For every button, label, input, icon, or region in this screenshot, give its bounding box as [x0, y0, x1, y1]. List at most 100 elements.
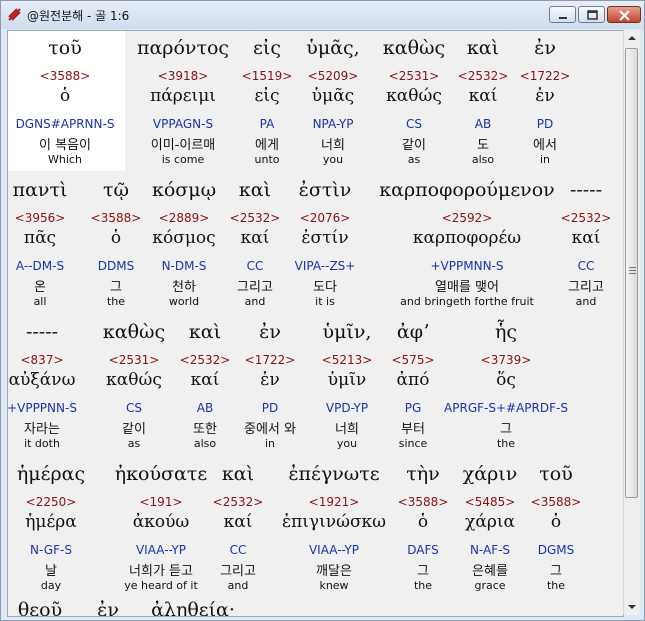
english-gloss: world: [168, 295, 200, 308]
greek-text-word: καὶ: [238, 179, 272, 201]
maximize-button[interactable]: [578, 6, 605, 23]
arrow-down-icon: [624, 600, 640, 619]
korean-gloss: 이 복음이: [39, 138, 91, 153]
scrollbar-thumb[interactable]: [625, 48, 638, 498]
greek-lemma: χάρια: [465, 512, 515, 532]
parsing-code: AB: [196, 401, 214, 415]
greek-text-word: καὶ: [188, 321, 222, 343]
english-gloss: day: [40, 579, 62, 592]
parsing-code: DAFS: [407, 543, 439, 557]
strongs-number[interactable]: <2531>: [109, 353, 160, 367]
strongs-number[interactable]: <5485>: [465, 495, 516, 509]
strongs-number[interactable]: <3588>: [91, 211, 142, 225]
english-gloss: in: [539, 153, 551, 166]
strongs-number[interactable]: <575>: [391, 353, 434, 367]
english-gloss: and bringeth forthe fruit: [400, 295, 534, 308]
greek-text-word: χάριν: [462, 463, 518, 485]
strongs-number[interactable]: <837>: [20, 353, 63, 367]
parsing-code: VIAA--YP: [135, 543, 187, 557]
english-gloss: ye heard of it: [124, 579, 198, 592]
strongs-number[interactable]: <191>: [139, 495, 182, 509]
greek-text-word: ὑμῖν,: [322, 321, 372, 343]
strongs-number[interactable]: <3588>: [40, 69, 91, 83]
greek-lemma: ὅς: [496, 370, 516, 390]
korean-gloss: 은혜를: [472, 564, 508, 579]
parsing-code: VPPAGN-S: [152, 117, 214, 131]
strongs-number[interactable]: <2532>: [561, 211, 612, 225]
greek-text-word: ἐν: [534, 37, 556, 59]
korean-gloss: 이미-이르매: [150, 138, 216, 153]
english-gloss: knew: [319, 579, 349, 592]
greek-lemma: κόσμος: [152, 228, 216, 248]
english-gloss: all: [33, 295, 47, 308]
parsing-code: APRGF-S+#APRDF-S: [444, 401, 568, 415]
interlinear-text-view[interactable]: τοῦ <3588> ὁ DGNS#APRNN-S 이 복음이 Which παρόντος…: [7, 30, 624, 617]
strongs-number[interactable]: <3588>: [398, 495, 449, 509]
greek-lemma: ἐν: [260, 370, 280, 390]
english-gloss: also: [471, 153, 495, 166]
greek-text-word: ἠκούσατε: [114, 463, 208, 485]
greek-lemma: ὑμῖν: [327, 370, 367, 390]
greek-lemma: πάρειμι: [150, 86, 216, 106]
greek-lemma: καί: [468, 86, 498, 106]
greek-lemma: αὐξάνω: [8, 370, 76, 390]
strongs-number[interactable]: <3918>: [158, 69, 209, 83]
parsing-code: PD: [261, 401, 279, 415]
strongs-number[interactable]: <1921>: [309, 495, 360, 509]
strongs-number[interactable]: <2889>: [159, 211, 210, 225]
close-button[interactable]: [607, 6, 641, 23]
korean-gloss: 너희: [335, 422, 359, 437]
strongs-number[interactable]: <5209>: [308, 69, 359, 83]
parsing-code: CC: [577, 259, 595, 273]
parsing-code: DGNS#APRNN-S: [15, 117, 115, 131]
greek-lemma: ὁ: [550, 512, 562, 532]
greek-text-word: ἐν: [259, 321, 281, 343]
korean-gloss: 자라는: [24, 422, 60, 437]
strongs-number[interactable]: <2532>: [230, 211, 281, 225]
greek-text-word: παντὶ: [12, 179, 68, 201]
strongs-number[interactable]: <2532>: [458, 69, 509, 83]
strongs-number[interactable]: <3956>: [15, 211, 66, 225]
strongs-number[interactable]: <1722>: [245, 353, 296, 367]
greek-text-word: τοῦ: [48, 37, 82, 59]
greek-text-word: καὶ: [466, 37, 500, 59]
parsing-code: VIAA--YP: [308, 543, 360, 557]
greek-lemma: καί: [223, 512, 253, 532]
strongs-number[interactable]: <3739>: [481, 353, 532, 367]
strongs-number[interactable]: <2532>: [180, 353, 231, 367]
scroll-down-button[interactable]: [624, 599, 640, 615]
english-gloss: the: [496, 437, 516, 450]
korean-gloss: 그: [110, 280, 122, 295]
korean-gloss: 또한: [193, 422, 217, 437]
strongs-number[interactable]: <2532>: [213, 495, 264, 509]
strongs-number[interactable]: <2250>: [26, 495, 77, 509]
strongs-number[interactable]: <1519>: [242, 69, 293, 83]
greek-lemma: πᾶς: [23, 228, 57, 248]
strongs-number[interactable]: <2592>: [442, 211, 493, 225]
parsing-code: CS: [406, 117, 422, 131]
strongs-number[interactable]: <1722>: [520, 69, 571, 83]
scroll-up-button[interactable]: [624, 30, 640, 46]
english-gloss: it doth: [24, 437, 60, 450]
greek-lemma: καθώς: [106, 370, 162, 390]
vertical-scrollbar[interactable]: [623, 30, 640, 615]
english-gloss: grace: [474, 579, 506, 592]
greek-lemma: ἀπό: [396, 370, 430, 390]
minimize-button[interactable]: [549, 6, 576, 23]
title-bar[interactable]: @원전분해 - 골 1:6: [1, 1, 644, 29]
greek-lemma: ἐν: [535, 86, 555, 106]
strongs-number[interactable]: <2531>: [389, 69, 440, 83]
greek-text-word: ἀφʼ: [396, 321, 430, 343]
greek-text-word: ἐστὶν: [298, 179, 352, 201]
korean-gloss: 도다: [313, 280, 337, 295]
strongs-number[interactable]: <3588>: [531, 495, 582, 509]
app-window: @원전분해 - 골 1:6 τοῦ <3588> ὁ DGNS#APRNN-S 이 복음…: [0, 0, 645, 621]
korean-gloss: 에게: [255, 138, 279, 153]
greek-text-word: καθὼς: [102, 321, 166, 343]
strongs-number[interactable]: <5213>: [322, 353, 373, 367]
greek-lemma: ἐστίν: [301, 228, 349, 248]
greek-lemma: καί: [571, 228, 601, 248]
strongs-number[interactable]: <2076>: [300, 211, 351, 225]
greek-text-word: καθὼς: [382, 37, 446, 59]
greek-text-word: ἀληθείᾳ·: [151, 599, 235, 617]
